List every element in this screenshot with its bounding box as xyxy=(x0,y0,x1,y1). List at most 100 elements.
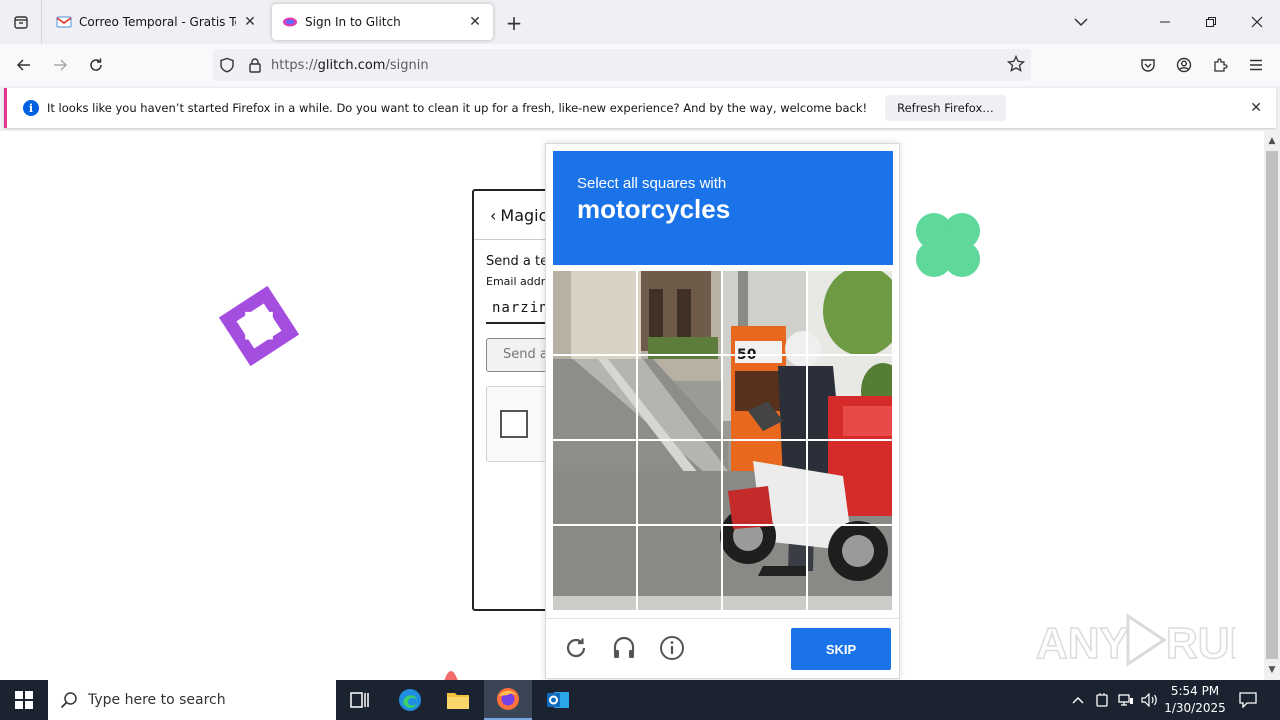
restore-button[interactable] xyxy=(1188,0,1234,44)
firefox-view-icon xyxy=(13,16,28,29)
windows-taskbar: Type here to search 5:54 PM 1/30/2025 xyxy=(0,680,1280,720)
lock-icon xyxy=(249,58,261,73)
close-window-button[interactable] xyxy=(1234,0,1280,44)
speaker-icon xyxy=(1141,693,1157,707)
firefox-taskbar-button[interactable] xyxy=(484,680,532,720)
refresh-firefox-button[interactable]: Refresh Firefox… xyxy=(885,95,1006,121)
restore-icon xyxy=(1206,17,1216,27)
task-view-button[interactable] xyxy=(336,680,384,720)
info-button[interactable] xyxy=(659,635,685,661)
street-scene-image: 50 xyxy=(553,271,892,610)
image-grid[interactable]: 50 xyxy=(553,271,892,610)
extensions-button[interactable] xyxy=(1206,51,1234,79)
star-icon xyxy=(1006,54,1026,72)
taskbar-search-box[interactable]: Type here to search xyxy=(48,680,336,720)
tracking-protection-icon[interactable] xyxy=(213,57,241,73)
tab-sign-in-glitch[interactable]: Sign In to Glitch ✕ xyxy=(272,4,493,40)
url-text: https://glitch.com/signin xyxy=(271,57,429,73)
close-tab-icon[interactable]: ✕ xyxy=(467,14,483,30)
audio-challenge-button[interactable] xyxy=(611,635,637,661)
puzzle-icon xyxy=(1214,58,1228,72)
clock-time: 5:54 PM xyxy=(1170,684,1220,698)
back-button[interactable] xyxy=(10,51,38,79)
arrow-left-icon xyxy=(16,59,30,71)
network-icon xyxy=(1118,694,1133,706)
chevron-down-icon xyxy=(1074,18,1088,27)
taskbar-clock[interactable]: 5:54 PM 1/30/2025 xyxy=(1160,683,1230,717)
green-flower-decoration xyxy=(916,213,980,277)
forward-button[interactable] xyxy=(46,51,74,79)
reload-button[interactable] xyxy=(82,51,110,79)
back-chevron-icon[interactable]: ‹ xyxy=(490,206,496,225)
new-tab-button[interactable]: + xyxy=(503,11,525,35)
app-menu-button[interactable] xyxy=(1242,51,1270,79)
challenge-footer: SKIP xyxy=(546,618,899,678)
vertical-scrollbar[interactable]: ▲ ▼ xyxy=(1264,131,1280,680)
edge-taskbar-button[interactable] xyxy=(386,680,434,720)
task-view-icon xyxy=(350,692,369,708)
notification-message: It looks like you haven’t started Firefo… xyxy=(47,101,868,115)
minimize-icon xyxy=(1160,21,1170,23)
scroll-down-icon[interactable]: ▼ xyxy=(1264,662,1280,678)
device-tray-button[interactable] xyxy=(1092,680,1112,720)
glitch-diamond-logo xyxy=(218,285,300,367)
folder-icon xyxy=(447,693,469,709)
notification-bar: i It looks like you haven’t started Fire… xyxy=(4,88,1276,128)
site-security-icon[interactable] xyxy=(241,57,269,73)
shield-icon xyxy=(220,57,234,73)
captcha-challenge-dialog: Select all squares with motorcycles 50 S… xyxy=(545,143,900,679)
red-shape-decoration xyxy=(444,671,458,680)
tab-strip: Correo Temporal - Gratis Temp ✕ Sign In … xyxy=(0,0,1280,44)
firefox-icon xyxy=(497,688,519,710)
outlook-taskbar-button[interactable] xyxy=(534,680,582,720)
tab-title: Correo Temporal - Gratis Temp xyxy=(79,15,236,29)
info-circle-icon xyxy=(660,636,684,660)
captcha-checkbox[interactable] xyxy=(500,410,528,438)
notification-icon xyxy=(1239,692,1257,708)
gmail-icon xyxy=(56,16,72,28)
svg-text:ANY: ANY xyxy=(1036,619,1129,668)
pocket-button[interactable] xyxy=(1134,51,1162,79)
edge-icon xyxy=(399,689,421,711)
windows-logo-icon xyxy=(15,691,33,709)
skip-button[interactable]: SKIP xyxy=(791,628,891,670)
account-button[interactable] xyxy=(1170,51,1198,79)
outlook-icon xyxy=(547,692,569,708)
challenge-prompt: Select all squares with motorcycles xyxy=(553,151,893,265)
search-icon xyxy=(60,692,77,709)
scroll-up-icon[interactable]: ▲ xyxy=(1264,133,1280,149)
headphones-icon xyxy=(613,636,635,658)
show-hidden-icons-button[interactable] xyxy=(1068,680,1088,720)
account-icon xyxy=(1176,57,1192,73)
firefox-view-button[interactable] xyxy=(0,0,42,44)
scrollbar-thumb[interactable] xyxy=(1266,151,1278,659)
svg-text:RUN: RUN xyxy=(1166,619,1236,668)
card-title: Magic xyxy=(500,205,548,225)
close-tab-icon[interactable]: ✕ xyxy=(242,14,258,30)
bookmark-star-button[interactable] xyxy=(1006,54,1026,76)
url-bar[interactable]: https://glitch.com/signin xyxy=(213,49,1031,81)
prompt-target: motorcycles xyxy=(577,194,731,224)
network-tray-button[interactable] xyxy=(1116,680,1136,720)
file-explorer-taskbar-button[interactable] xyxy=(434,680,482,720)
prompt-instruction: Select all squares with xyxy=(577,175,727,192)
clock-date: 1/30/2025 xyxy=(1164,701,1226,715)
navigation-toolbar: https://glitch.com/signin xyxy=(0,44,1280,86)
start-button[interactable] xyxy=(0,680,48,720)
arrow-right-icon xyxy=(54,59,68,71)
refresh-icon xyxy=(566,638,586,658)
tab-correo-temporal[interactable]: Correo Temporal - Gratis Temp ✕ xyxy=(46,4,268,40)
refresh-challenge-button[interactable] xyxy=(563,635,589,661)
notifications-button[interactable] xyxy=(1236,680,1260,720)
chevron-up-icon xyxy=(1072,697,1084,704)
info-icon: i xyxy=(23,100,39,116)
device-icon xyxy=(1096,693,1108,707)
glitch-icon xyxy=(283,17,297,27)
minimize-button[interactable] xyxy=(1142,0,1188,44)
tab-title: Sign In to Glitch xyxy=(305,15,401,29)
list-all-tabs-button[interactable] xyxy=(1058,0,1104,44)
volume-tray-button[interactable] xyxy=(1140,680,1160,720)
close-notification-icon[interactable]: ✕ xyxy=(1250,100,1262,116)
pocket-icon xyxy=(1141,59,1155,72)
page-content: ‹ Magic Send a te Email addr narzin Send… xyxy=(0,131,1264,680)
